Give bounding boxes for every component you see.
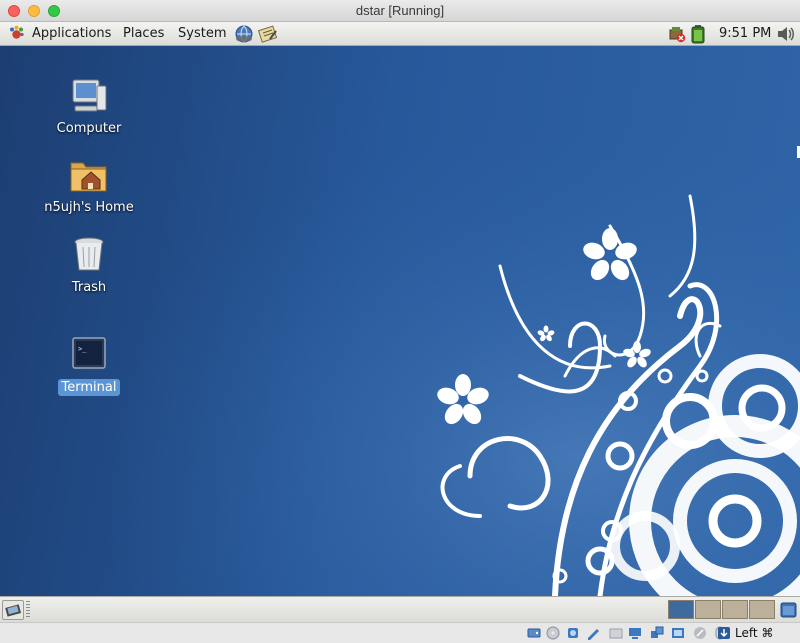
system-menu[interactable]: System: [178, 26, 226, 41]
home-folder-icon: [70, 162, 107, 192]
show-desktop-button[interactable]: [2, 600, 24, 620]
network-icon[interactable]: [586, 626, 600, 640]
applications-menu[interactable]: Applications: [32, 26, 111, 41]
workspace-3[interactable]: [722, 600, 748, 619]
show-desktop-icon: [5, 604, 22, 617]
panel-clock[interactable]: 9:51 PM: [719, 26, 771, 41]
vbox-status-bar: Left ⌘: [0, 622, 800, 643]
software-update-alert-icon[interactable]: [668, 25, 686, 43]
trash-icon: [74, 237, 104, 271]
terminal-icon: >_: [72, 337, 106, 369]
audio-icon[interactable]: [566, 626, 580, 640]
gnome-foot-icon[interactable]: [8, 25, 25, 42]
desktop-area[interactable]: Computer n5ujh's Home Trash >_ Terminal: [0, 46, 800, 596]
desktop-icon-terminal[interactable]: >_ Terminal: [39, 335, 139, 396]
volume-icon[interactable]: [776, 25, 796, 43]
top-panel: Applications Places System 9:51 PM: [0, 22, 800, 46]
desktop-icon-trash[interactable]: Trash: [39, 235, 139, 296]
usb-icon[interactable]: [609, 626, 623, 640]
window-title-bar: dstar [Running]: [0, 0, 800, 22]
workspace-4[interactable]: [749, 600, 775, 619]
display-icon[interactable]: [650, 626, 664, 640]
svg-text:>_: >_: [78, 345, 87, 353]
optical-drive-icon[interactable]: [546, 626, 560, 640]
desktop-icon-label: n5ujh's Home: [44, 200, 134, 215]
panel-drag-handle[interactable]: [26, 601, 30, 617]
workspace-1[interactable]: [668, 600, 694, 619]
vt-x-icon[interactable]: [693, 626, 707, 640]
workspace-2[interactable]: [695, 600, 721, 619]
trash-applet-icon[interactable]: [780, 601, 797, 618]
shared-folders-icon[interactable]: [628, 626, 642, 640]
desktop-icon-computer[interactable]: Computer: [39, 76, 139, 137]
places-menu[interactable]: Places: [123, 26, 164, 41]
hard-disk-icon[interactable]: [527, 626, 541, 640]
desktop-icon-label: Trash: [71, 280, 107, 295]
computer-icon: [72, 79, 107, 112]
text-editor-icon[interactable]: [258, 24, 278, 44]
video-capture-icon[interactable]: [671, 626, 685, 640]
battery-icon: [691, 25, 705, 44]
window-title: dstar [Running]: [355, 3, 445, 18]
desktop-icon-label: Terminal: [57, 379, 121, 396]
host-key-arrow-icon: [718, 627, 730, 639]
desktop-icon-label: Computer: [56, 121, 122, 136]
host-key-label: Left ⌘: [735, 626, 774, 640]
network-browser-icon[interactable]: [234, 24, 254, 44]
desktop-icon-home[interactable]: n5ujh's Home: [39, 155, 139, 216]
bottom-panel: [0, 596, 800, 622]
